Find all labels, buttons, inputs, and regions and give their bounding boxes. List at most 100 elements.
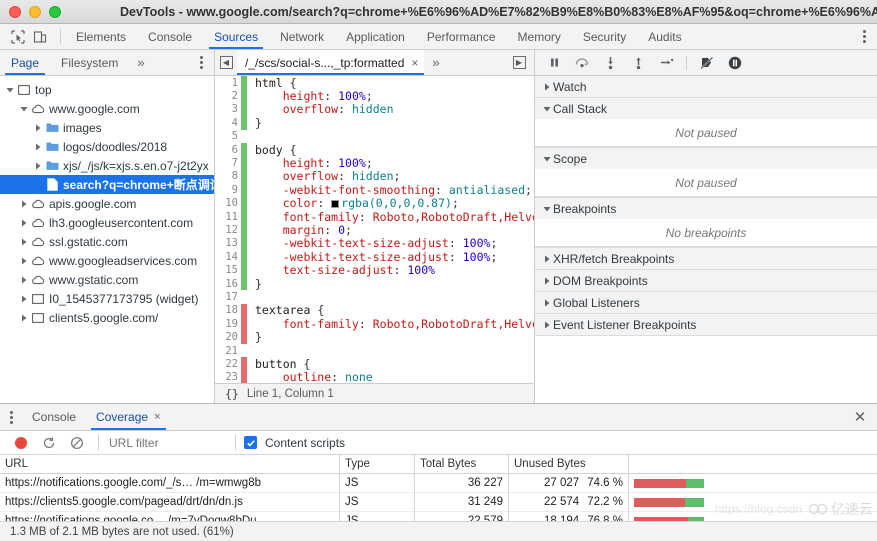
code-line[interactable]: 14 -webkit-text-size-adjust: 100%; <box>215 250 534 264</box>
pretty-print-icon[interactable]: {} <box>215 387 247 401</box>
file-tree-item[interactable]: www.googleadservices.com <box>0 251 214 270</box>
tab-network[interactable]: Network <box>269 24 335 49</box>
record-icon[interactable] <box>8 433 34 453</box>
file-tree-item[interactable]: lh3.googleusercontent.com <box>0 213 214 232</box>
code-line[interactable]: 3 overflow: hidden <box>215 102 534 116</box>
navigator-menu-kebab-icon[interactable] <box>188 50 214 75</box>
section-twisty-icon[interactable] <box>541 255 553 263</box>
debugger-section-header[interactable]: XHR/fetch Breakpoints <box>535 248 877 269</box>
column-header-url[interactable]: URL <box>0 455 340 474</box>
step-into-icon[interactable] <box>597 52 623 74</box>
coverage-row[interactable]: https://notifications.google.co… /m=7vDo… <box>0 511 877 521</box>
tab-console[interactable]: Console <box>137 24 203 49</box>
section-twisty-icon[interactable] <box>541 299 553 307</box>
debugger-section-header[interactable]: Global Listeners <box>535 292 877 313</box>
close-icon[interactable]: × <box>154 411 160 423</box>
code-line[interactable]: 20} <box>215 330 534 344</box>
step-out-icon[interactable] <box>625 52 651 74</box>
tree-twisty-icon[interactable] <box>18 276 30 284</box>
code-line[interactable]: 5 <box>215 130 534 143</box>
code-line[interactable]: 6 body { <box>215 143 534 157</box>
debugger-section-header[interactable]: Call Stack <box>535 98 877 119</box>
reload-icon[interactable] <box>36 433 62 453</box>
file-tree-item[interactable]: xjs/_/js/k=xjs.s.en.o7-j2t2yx <box>0 156 214 175</box>
file-tree-item[interactable]: www.gstatic.com <box>0 270 214 289</box>
tree-twisty-icon[interactable] <box>18 295 30 303</box>
url-filter-input[interactable] <box>107 434 227 451</box>
code-line[interactable]: 15 text-size-adjust: 100% <box>215 263 534 277</box>
tab-scroll-right-icon[interactable]: ▶ <box>508 50 530 75</box>
code-line[interactable]: 22 button { <box>215 357 534 371</box>
content-scripts-checkbox[interactable] <box>244 436 257 449</box>
tab-security[interactable]: Security <box>572 24 637 49</box>
section-twisty-icon[interactable] <box>541 155 553 163</box>
editor-tab-active[interactable]: /_/scs/social-s...,_tp:formatted × <box>237 50 425 75</box>
file-tree-item[interactable]: clients5.google.com/ <box>0 308 214 327</box>
code-line[interactable]: 11 font-family: Roboto,RobotoDraft,Helve… <box>215 210 534 224</box>
tab-performance[interactable]: Performance <box>416 24 507 49</box>
code-line[interactable]: 7 height: 100%; <box>215 156 534 170</box>
step-over-icon[interactable] <box>569 52 595 74</box>
tree-twisty-icon[interactable] <box>18 257 30 265</box>
debugger-section-header[interactable]: Event Listener Breakpoints <box>535 314 877 335</box>
main-menu-kebab-icon[interactable] <box>851 24 877 49</box>
section-twisty-icon[interactable] <box>541 277 553 285</box>
code-line[interactable]: 9 -webkit-font-smoothing: antialiased; <box>215 183 534 197</box>
file-tree-item[interactable]: search?q=chrome+断点调试 <box>0 175 214 194</box>
tree-twisty-icon[interactable] <box>18 238 30 246</box>
more-tabs-icon[interactable]: » <box>424 50 447 75</box>
tab-memory[interactable]: Memory <box>507 24 572 49</box>
code-line[interactable]: 16} <box>215 277 534 291</box>
column-header-bar[interactable] <box>629 455 877 474</box>
code-line[interactable]: 19 font-family: Roboto,RobotoDraft,Helve… <box>215 317 534 331</box>
tree-twisty-icon[interactable] <box>4 86 16 94</box>
source-code-editor[interactable]: 1 html {2 height: 100%; 3 overflow: hidden… <box>215 76 534 383</box>
tab-elements[interactable]: Elements <box>65 24 137 49</box>
color-swatch-icon[interactable] <box>331 200 340 209</box>
debugger-section-header[interactable]: Scope <box>535 148 877 169</box>
tree-twisty-icon[interactable] <box>18 200 30 208</box>
navigator-more-tabs-icon[interactable]: » <box>129 50 152 75</box>
code-line[interactable]: 23 outline: none <box>215 370 534 383</box>
clear-icon[interactable] <box>64 433 90 453</box>
column-header-unused-bytes[interactable]: Unused Bytes <box>509 455 629 474</box>
debugger-section-header[interactable]: Breakpoints <box>535 198 877 219</box>
pause-on-exceptions-icon[interactable] <box>722 52 748 74</box>
close-icon[interactable]: × <box>411 56 418 70</box>
device-toolbar-icon[interactable] <box>30 27 50 47</box>
tab-scroll-left-icon[interactable]: ◀ <box>215 50 237 75</box>
navigator-tab-filesystem[interactable]: Filesystem <box>50 50 129 75</box>
code-line[interactable]: 1 html { <box>215 76 534 90</box>
file-tree[interactable]: top www.google.com images logos/doodles/201… <box>0 76 214 403</box>
drawer-tab-coverage[interactable]: Coverage × <box>86 404 170 430</box>
file-tree-item[interactable]: top <box>0 80 214 99</box>
tree-twisty-icon[interactable] <box>18 105 30 113</box>
drawer-close-icon[interactable]: ✕ <box>843 404 877 430</box>
file-tree-item[interactable]: logos/doodles/2018 <box>0 137 214 156</box>
code-line[interactable]: 4} <box>215 116 534 130</box>
tab-audits[interactable]: Audits <box>637 24 692 49</box>
coverage-row[interactable]: https://notifications.google.com/_/s… /m… <box>0 473 877 493</box>
tree-twisty-icon[interactable] <box>18 219 30 227</box>
code-line[interactable]: 8 overflow: hidden; <box>215 169 534 183</box>
drawer-tab-console[interactable]: Console <box>22 404 86 430</box>
resume-pause-icon[interactable] <box>541 52 567 74</box>
tab-application[interactable]: Application <box>335 24 416 49</box>
code-line[interactable]: 13 -webkit-text-size-adjust: 100%; <box>215 236 534 250</box>
debugger-section-header[interactable]: DOM Breakpoints <box>535 270 877 291</box>
file-tree-item[interactable]: ssl.gstatic.com <box>0 232 214 251</box>
navigator-tab-page[interactable]: Page <box>0 50 50 75</box>
code-line[interactable]: 18 textarea { <box>215 303 534 317</box>
column-header-type[interactable]: Type <box>340 455 415 474</box>
tab-sources[interactable]: Sources <box>203 24 269 49</box>
drawer-menu-kebab-icon[interactable] <box>0 404 22 430</box>
tree-twisty-icon[interactable] <box>32 162 44 170</box>
tree-twisty-icon[interactable] <box>18 314 30 322</box>
code-line[interactable]: 2 height: 100%; <box>215 89 534 103</box>
code-line[interactable]: 21 <box>215 344 534 357</box>
file-tree-item[interactable]: images <box>0 118 214 137</box>
file-tree-item[interactable]: I0_1545377173795 (widget) <box>0 289 214 308</box>
code-line[interactable]: 17 <box>215 290 534 303</box>
section-twisty-icon[interactable] <box>541 105 553 113</box>
deactivate-breakpoints-icon[interactable] <box>694 52 720 74</box>
